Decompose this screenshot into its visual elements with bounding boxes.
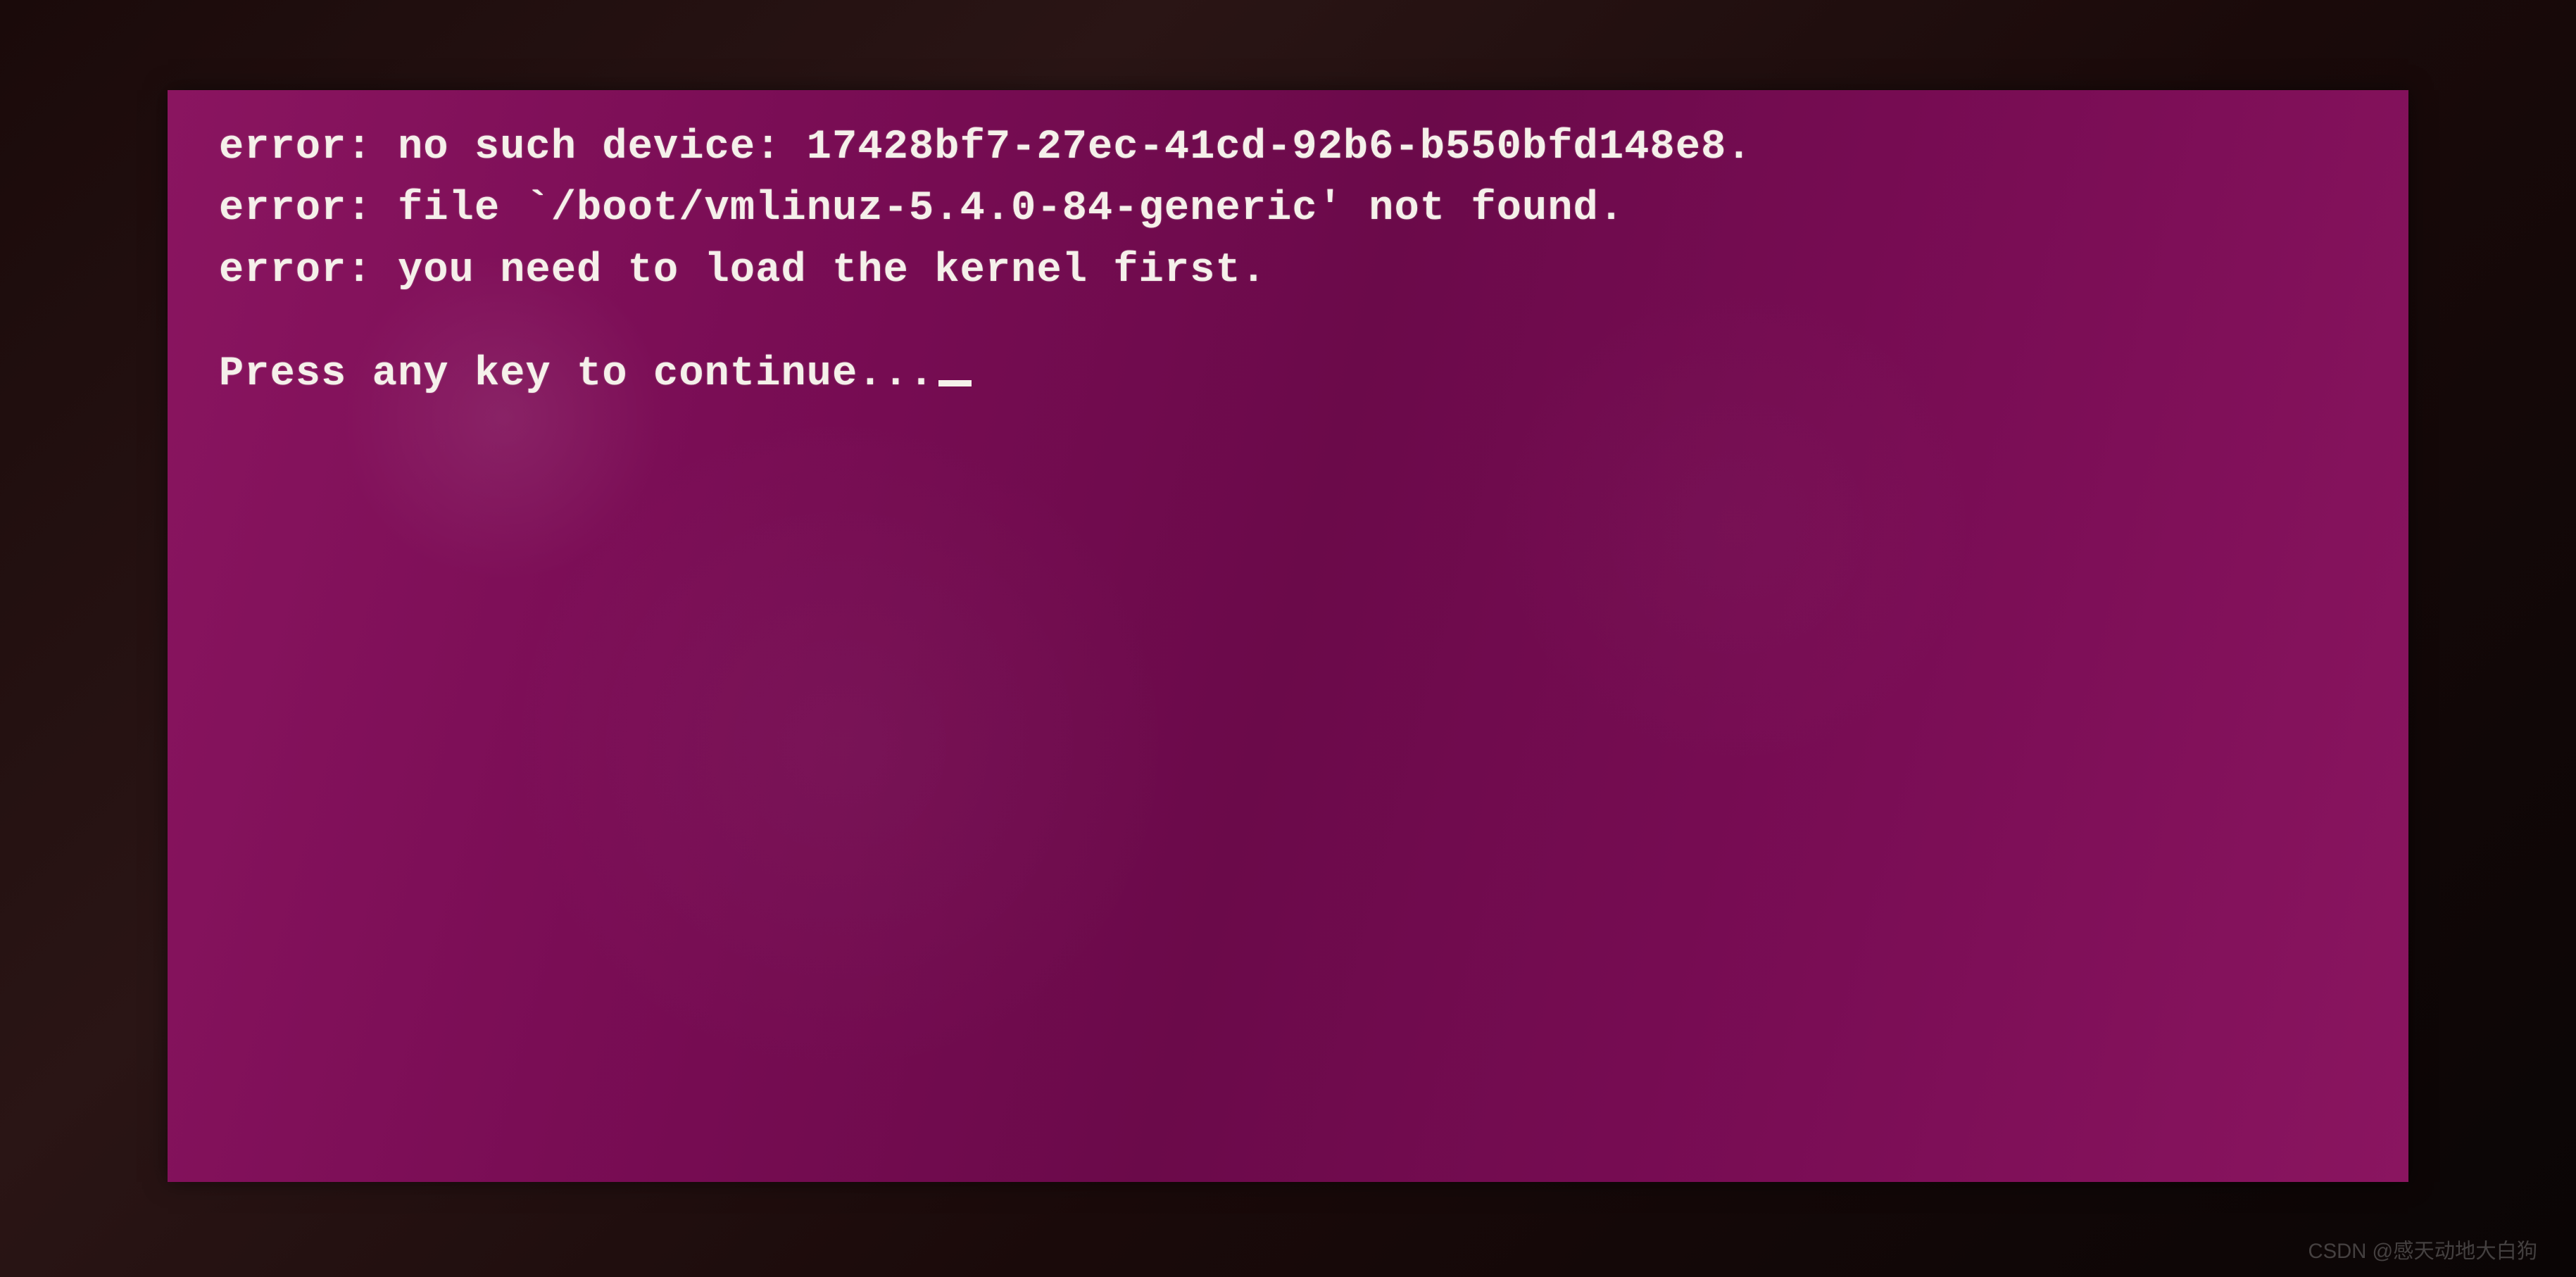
error-line-no-such-device: error: no such device: 17428bf7-27ec-41c… [219, 116, 2357, 178]
prompt-text: Press any key to continue... [219, 350, 934, 397]
error-line-file-not-found: error: file `/boot/vmlinuz-5.4.0-84-gene… [219, 177, 2357, 239]
cursor-icon [938, 380, 972, 386]
prompt-line: Press any key to continue... [219, 343, 2357, 405]
grub-error-screen[interactable]: error: no such device: 17428bf7-27ec-41c… [168, 90, 2408, 1182]
csdn-watermark: CSDN @感天动地大白狗 [2308, 1235, 2538, 1264]
blank-line [219, 301, 2357, 343]
error-line-load-kernel: error: you need to load the kernel first… [219, 239, 2357, 301]
